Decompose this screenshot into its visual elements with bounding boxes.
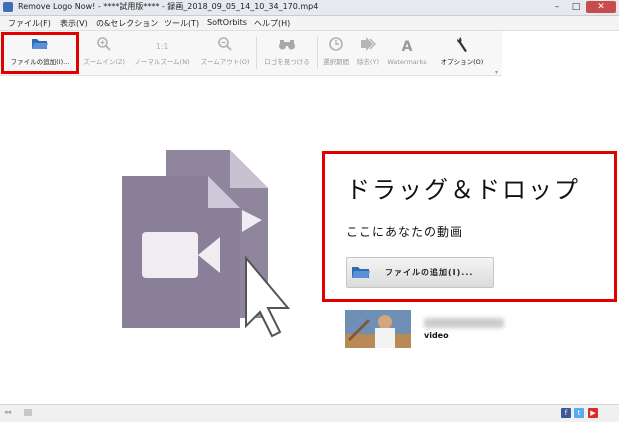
facebook-icon[interactable]: f: [561, 408, 571, 418]
zoom-out-icon: [196, 36, 254, 58]
video-files-illustration: [118, 146, 308, 346]
recent-file-title-blurred: [424, 318, 504, 328]
maximize-button[interactable]: □: [567, 1, 585, 13]
normal-zoom-button[interactable]: 1:1 ノーマルズーム(N): [130, 34, 194, 72]
one-to-one-icon: 1:1: [155, 42, 169, 51]
watermark-a-icon: A: [401, 39, 413, 55]
menu-softorbits[interactable]: SoftOrbits: [207, 18, 247, 27]
twitter-icon[interactable]: t: [574, 408, 584, 418]
close-button[interactable]: ✕: [586, 1, 616, 13]
folder-open-icon: [351, 265, 371, 280]
menu-view[interactable]: 表示(V): [60, 18, 88, 29]
remove-button[interactable]: 除去(Y): [353, 34, 383, 72]
recent-video-thumbnail[interactable]: [345, 310, 411, 348]
toolbar-overflow-icon[interactable]: ▾: [495, 69, 498, 76]
add-file-main-button[interactable]: ファイルの追加(I)...: [346, 257, 494, 288]
minimize-button[interactable]: –: [548, 1, 566, 13]
status-square-icon: [24, 409, 32, 416]
add-file-main-label: ファイルの追加(I)...: [385, 268, 474, 277]
add-file-highlight-box: [1, 32, 79, 74]
watermarks-button[interactable]: A Watermarks: [383, 34, 431, 72]
select-time-button[interactable]: 選択期間: [319, 34, 353, 72]
normal-zoom-label: ノーマルズーム(N): [134, 58, 190, 66]
zoom-in-icon: [80, 36, 128, 58]
menu-help[interactable]: ヘルプ(H): [254, 18, 290, 29]
options-button[interactable]: オプション(O): [433, 34, 491, 72]
zoom-out-button[interactable]: ズームアウト(O): [196, 34, 254, 72]
app-icon: [3, 2, 13, 12]
arrow-right-icon: [353, 36, 383, 58]
dropzone-title: ドラッグ＆ドロップ: [346, 176, 580, 204]
menu-tools[interactable]: ツール(T): [164, 18, 199, 29]
toolbar-separator: [256, 37, 257, 69]
menu-file[interactable]: ファイル(F): [8, 18, 51, 29]
find-logo-label: ロゴを見つける: [264, 58, 310, 66]
remove-label: 除去(Y): [356, 58, 380, 66]
youtube-icon[interactable]: ▶: [588, 408, 598, 418]
dropzone-subtitle: ここにあなたの動画: [346, 225, 464, 239]
toolbar-separator: [317, 37, 318, 69]
find-logo-button[interactable]: ロゴを見つける: [259, 34, 315, 72]
watermarks-label: Watermarks: [387, 58, 427, 66]
select-time-label: 選択期間: [323, 58, 349, 66]
zoom-in-label: ズームイン(Z): [83, 58, 125, 66]
binoculars-icon: [259, 36, 315, 58]
wrench-icon: [433, 36, 491, 58]
recent-file-caption: video: [424, 331, 449, 340]
zoom-in-button[interactable]: ズームイン(Z): [80, 34, 128, 72]
menu-bar: ファイル(F) 表示(V) の&セレクション ツール(T) SoftOrbits…: [0, 16, 619, 31]
window-title: Remove Logo Now! - ****試用版**** - 録画_2018…: [18, 2, 319, 11]
clock-icon: [319, 36, 353, 58]
title-bar: Remove Logo Now! - ****試用版**** - 録画_2018…: [0, 0, 619, 16]
menu-selection[interactable]: の&セレクション: [96, 18, 158, 29]
options-label: オプション(O): [440, 58, 484, 66]
zoom-out-label: ズームアウト(O): [200, 58, 250, 66]
status-bar: ◂◂ f t ▶: [0, 404, 619, 422]
status-indicator-icon: ◂◂: [4, 408, 12, 416]
